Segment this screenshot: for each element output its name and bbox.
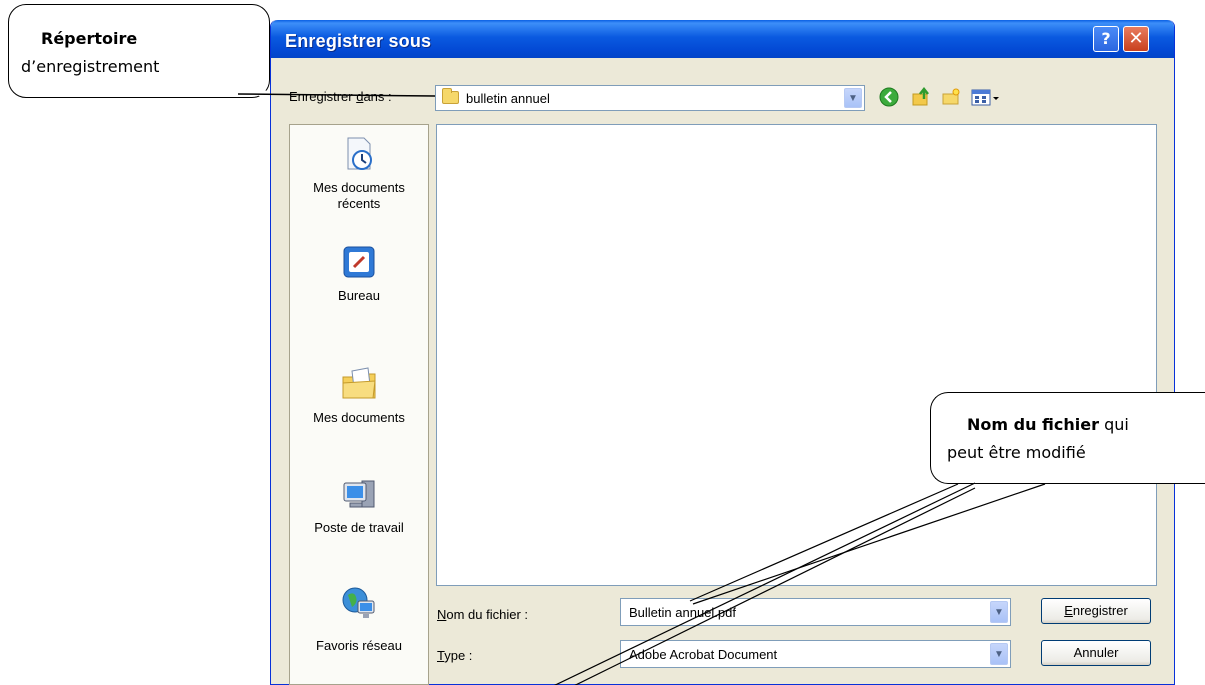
callout-pointers <box>237 86 1046 685</box>
